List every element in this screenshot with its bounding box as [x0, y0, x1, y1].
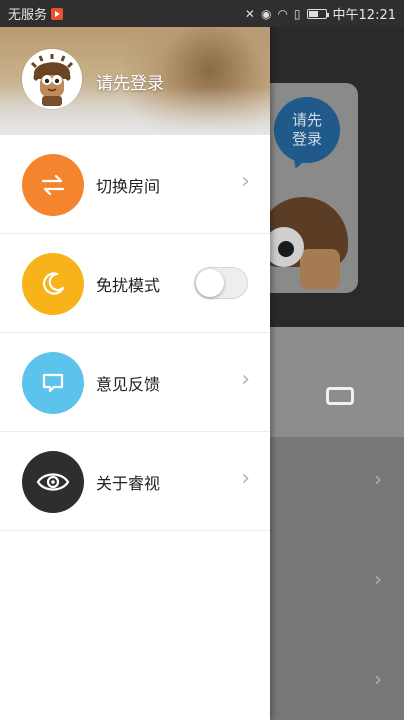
navigation-drawer: 请先登录 切换房间 › 免扰模式 意见反馈 › 关于睿视 › [0, 27, 270, 720]
background-chevron-icon: › [374, 667, 382, 691]
background-mascot-face [300, 249, 340, 289]
avatar[interactable] [22, 49, 82, 109]
drawer-header[interactable]: 请先登录 [0, 27, 270, 135]
background-message-icon [326, 387, 354, 405]
background-chevron-icon: › [374, 567, 382, 591]
clock-text: 中午12:21 [332, 8, 396, 23]
login-prompt[interactable]: 请先登录 [96, 69, 164, 94]
menu-item-do-not-disturb[interactable]: 免扰模式 [0, 234, 270, 333]
eye-icon [22, 451, 84, 513]
menu-item-label: 免扰模式 [96, 276, 161, 295]
swap-icon [22, 154, 84, 216]
menu-item-label: 关于睿视 [96, 474, 161, 493]
carrier-text: 无服务 [8, 8, 48, 23]
menu-item-label: 意见反馈 [96, 375, 161, 394]
mascot-avatar-icon [22, 49, 82, 109]
menu-item-label: 切换房间 [96, 177, 161, 196]
do-not-disturb-toggle[interactable] [194, 267, 248, 299]
message-icon [22, 352, 84, 414]
toggle-knob [196, 269, 224, 297]
chevron-right-icon: › [241, 367, 250, 392]
status-bar: 无服务 ✕ ◉ ◠ ▯ 中午12:21 [0, 0, 404, 27]
menu-item-feedback[interactable]: 意见反馈 › [0, 333, 270, 432]
wifi-icon: ◠ [277, 6, 288, 21]
background-speech-bubble: 请先登录 [274, 97, 340, 163]
menu-item-switch-room[interactable]: 切换房间 › [0, 135, 270, 234]
background-mascot-pupil [278, 241, 294, 257]
battery-icon [306, 8, 329, 19]
moon-icon [22, 253, 84, 315]
mute-icon: ✕ [244, 6, 255, 21]
menu-item-about[interactable]: 关于睿视 › [0, 432, 270, 531]
chevron-right-icon: › [241, 466, 250, 491]
sim-icon: ▯ [293, 6, 301, 21]
chevron-right-icon: › [241, 169, 250, 194]
background-chevron-icon: › [374, 467, 382, 491]
notification-play-icon [51, 7, 64, 20]
eye-comfort-icon: ◉ [260, 6, 272, 21]
background-bubble-text: 请先登录 [291, 111, 322, 148]
